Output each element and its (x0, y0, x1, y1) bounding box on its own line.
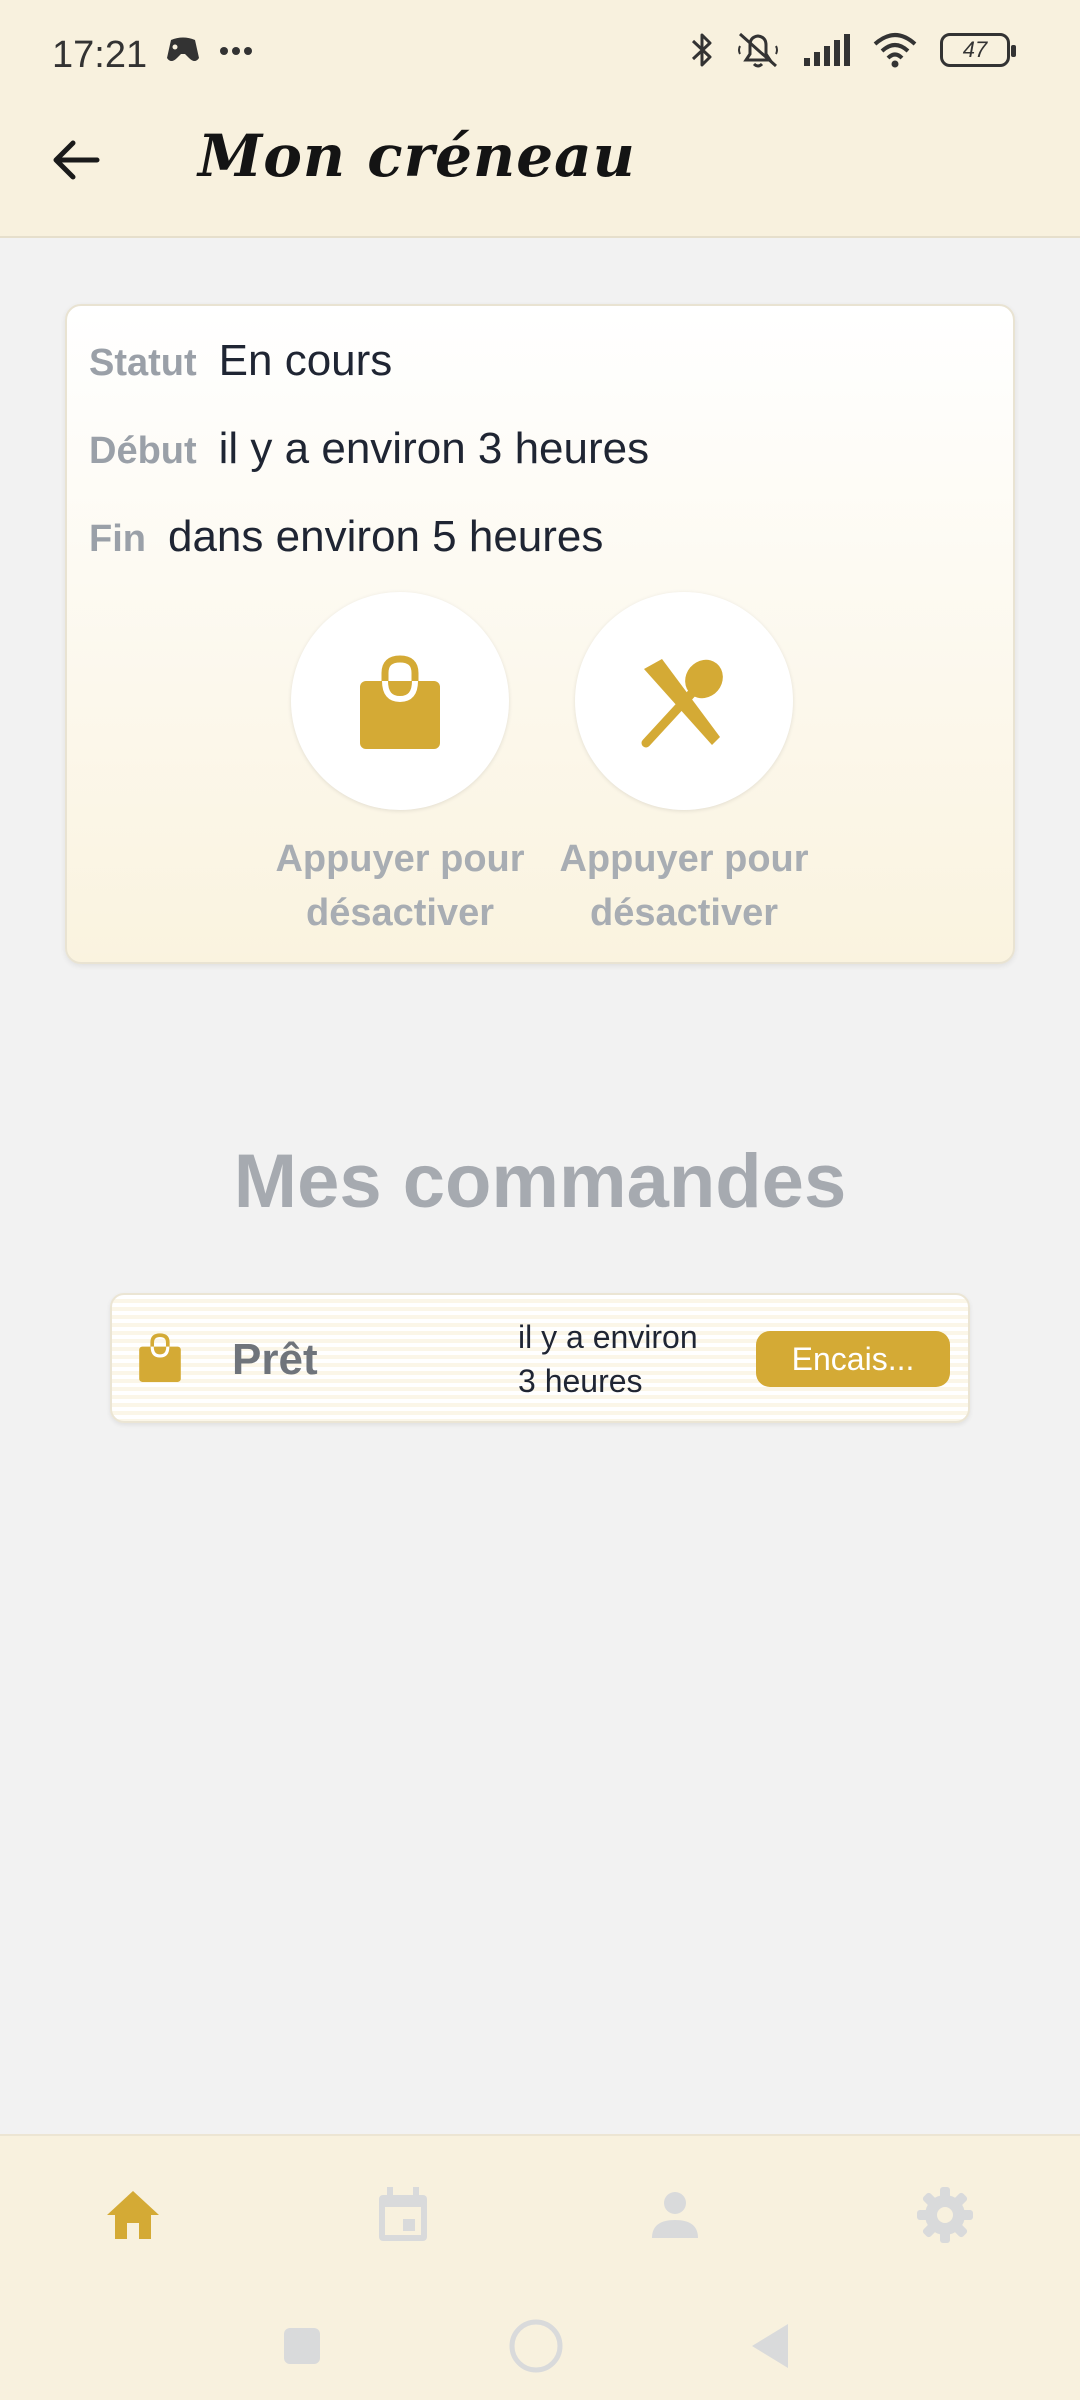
order-type-icon-wrapper (138, 1331, 182, 1388)
person-icon (652, 2192, 698, 2238)
silent-icon (738, 32, 778, 68)
bluetooth-icon (691, 33, 712, 67)
wifi-icon (873, 33, 917, 68)
order-status: Prêt (232, 1335, 318, 1384)
status-label: Statut (89, 342, 197, 384)
nav-settings[interactable] (900, 2170, 990, 2260)
circle-icon (509, 2319, 563, 2373)
status-left-icons (165, 36, 253, 66)
battery-level: 47 (962, 37, 988, 62)
shopping-bag-icon (360, 655, 440, 749)
slot-card: Statut En cours Début il y a environ 3 h… (65, 304, 1015, 964)
system-home-button[interactable] (496, 2306, 576, 2386)
utensils-icon (641, 659, 723, 748)
orders-section-title: Mes commandes (233, 1139, 847, 1224)
takeaway-toggle-caption: Appuyer pour désactiver (275, 838, 525, 934)
triangle-back-icon (752, 2324, 788, 2368)
home-icon (107, 2191, 159, 2239)
start-row: Début il y a environ 3 heures (89, 424, 649, 474)
settings-icon (917, 2187, 973, 2243)
battery-indicator: 47 (940, 33, 1016, 67)
screen: 17:21 47 Mon créneau Statut En cours Déb… (0, 0, 1080, 2400)
start-value: il y a environ 3 heures (218, 424, 650, 473)
end-row: Fin dans environ 5 heures (89, 512, 603, 562)
status-time: 17:21 (52, 34, 148, 76)
order-time: il y a environ 3 heures (518, 1319, 698, 1399)
end-label: Fin (89, 518, 146, 560)
order-card[interactable]: Prêt il y a environ 3 heures Encais... (110, 1293, 970, 1423)
signal-icon (804, 34, 850, 66)
system-recents-button[interactable] (262, 2306, 342, 2386)
nav-calendar[interactable] (358, 2170, 448, 2260)
more-dots-icon (220, 47, 252, 55)
status-value: En cours (218, 336, 393, 385)
dine-in-toggle-button[interactable] (575, 592, 793, 810)
game-controller-icon (167, 37, 199, 61)
arrow-back-icon (53, 140, 100, 180)
cash-in-button[interactable]: Encais... (756, 1331, 950, 1387)
status-right-icons: 47 (690, 30, 1016, 70)
calendar-icon (379, 2187, 427, 2241)
back-button[interactable] (46, 130, 106, 190)
square-icon (284, 2328, 320, 2364)
takeaway-toggle-button[interactable] (291, 592, 509, 810)
end-value: dans environ 5 heures (167, 512, 604, 561)
page-title: Mon créneau (198, 122, 636, 190)
start-label: Début (89, 430, 197, 472)
system-back-button[interactable] (730, 2306, 810, 2386)
nav-profile[interactable] (630, 2170, 720, 2260)
dine-in-toggle-caption: Appuyer pour désactiver (559, 838, 809, 934)
top-app-bar: 17:21 47 Mon créneau (0, 0, 1080, 238)
bottom-navigation (0, 2134, 1080, 2400)
nav-home[interactable] (88, 2170, 178, 2260)
shopping-bag-icon (139, 1333, 181, 1382)
status-row: Statut En cours (89, 336, 392, 386)
